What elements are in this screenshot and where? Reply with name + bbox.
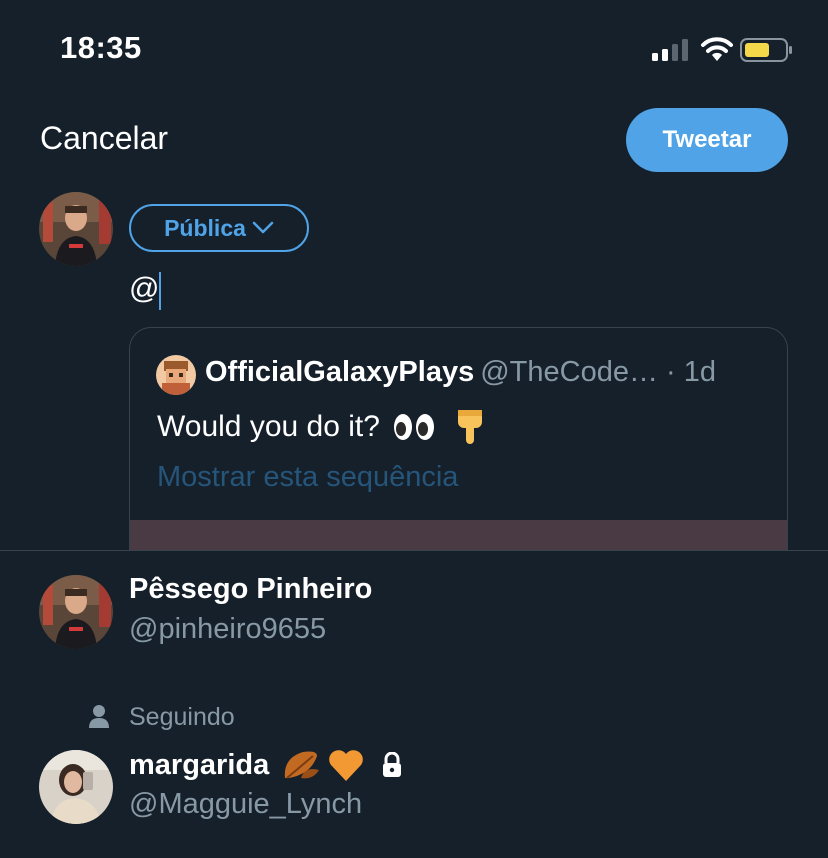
tweet-compose-input[interactable]: @	[129, 272, 159, 306]
battery-icon	[740, 38, 792, 62]
following-section-label: Seguindo	[129, 703, 235, 731]
eyes-emoji-icon	[393, 414, 434, 440]
quoted-author-name: OfficialGalaxyPlays	[205, 356, 475, 388]
orange-heart-icon	[329, 750, 364, 781]
person-icon	[89, 705, 109, 728]
suggestion-name[interactable]: margarida	[129, 748, 403, 782]
fallen-leaf-emoji-icon	[285, 751, 320, 779]
audience-selector[interactable]: Pública	[129, 204, 309, 252]
text-cursor	[159, 272, 161, 310]
mention-suggestions-panel	[0, 550, 828, 858]
suggestion-name[interactable]: Pêssego Pinheiro	[129, 573, 372, 606]
show-thread-link[interactable]: Mostrar esta sequência	[157, 461, 458, 494]
suggestion-avatar[interactable]	[39, 575, 113, 649]
wifi-icon	[701, 37, 733, 61]
cellular-signal-icon	[652, 39, 688, 61]
quoted-author-meta: @TheCode… · 1d	[480, 356, 716, 388]
chevron-down-icon	[252, 221, 274, 234]
quoted-tweet-text: Would you do it?	[157, 408, 488, 446]
status-time: 18:35	[60, 30, 142, 65]
suggestion-name-text: margarida	[129, 748, 270, 781]
quoted-author-avatar	[156, 355, 196, 395]
suggestion-handle: @pinheiro9655	[129, 613, 327, 645]
pointing-down-emoji-icon	[457, 410, 482, 444]
user-avatar[interactable]	[39, 192, 113, 266]
quoted-tweet-body: Would you do it?	[157, 410, 380, 443]
tweet-button[interactable]: Tweetar	[626, 108, 788, 172]
lock-icon	[383, 752, 402, 777]
suggestion-handle: @Magguie_Lynch	[129, 788, 363, 820]
audience-label: Pública	[164, 214, 246, 241]
quoted-tweet-header: OfficialGalaxyPlays @TheCode… · 1d	[205, 356, 716, 389]
cancel-button[interactable]: Cancelar	[40, 120, 168, 157]
suggestion-avatar[interactable]	[39, 750, 113, 824]
